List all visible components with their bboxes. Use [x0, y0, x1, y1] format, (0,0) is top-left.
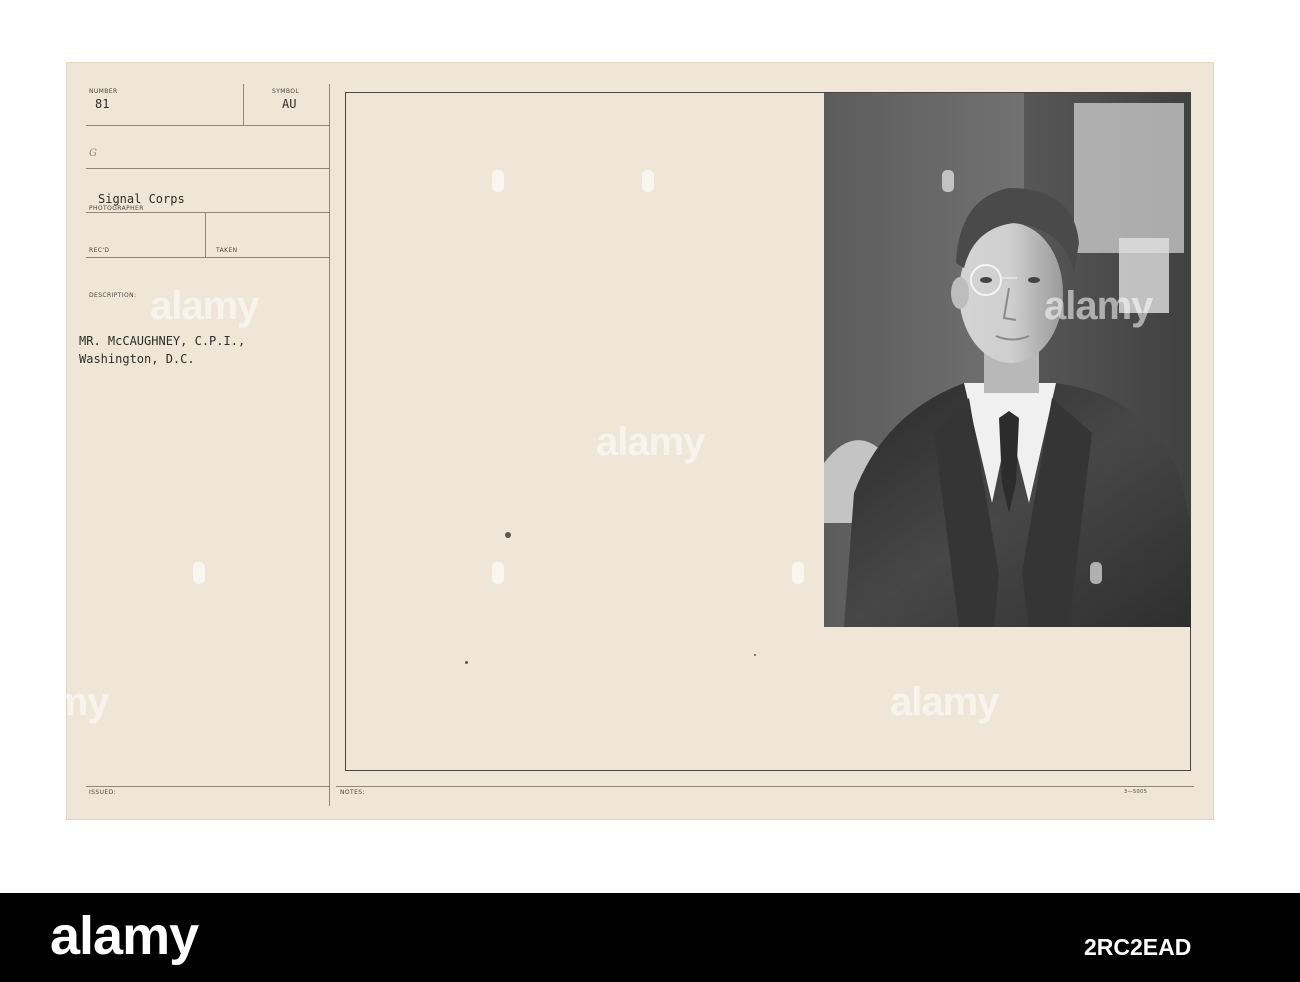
watermark-dot [642, 170, 654, 192]
rule-photographer-bottom [86, 212, 329, 213]
symbol-label: SYMBOL [272, 88, 300, 95]
watermark-dot [1090, 562, 1102, 584]
watermark-dot [492, 170, 504, 192]
rule-top-number [86, 125, 329, 126]
number-value: 81 [95, 97, 110, 111]
image-id: 2RC2EAD [1084, 934, 1192, 960]
card-speck [505, 532, 511, 538]
watermark-dot [942, 170, 954, 192]
recd-label: REC'D [89, 247, 110, 254]
description-label: DESCRIPTION: [89, 292, 137, 299]
description-line-1: MR. McCAUGHNEY, C.P.I., [79, 334, 246, 348]
handwritten-mark: G [89, 148, 97, 159]
rule-notes [336, 786, 1194, 787]
portrait-illustration [824, 93, 1191, 627]
rule-photographer-top [86, 168, 329, 169]
watermark-dot [792, 562, 804, 584]
portrait-photo [824, 93, 1191, 627]
watermark-dot [44, 822, 56, 844]
rule-recd-taken-divider [205, 212, 206, 258]
description-line-2: Washington, D.C. [79, 352, 195, 366]
rule-column-divider [329, 84, 330, 806]
watermark-dot [642, 822, 654, 844]
card-speck [465, 661, 468, 664]
photographer-value: Signal Corps [98, 192, 185, 206]
number-label: NUMBER [89, 88, 118, 95]
watermark-dot [44, 430, 56, 452]
rule-recd-bottom [86, 257, 329, 258]
watermark-dot [492, 562, 504, 584]
notes-label: NOTES: [340, 789, 365, 796]
rule-number-symbol-divider [243, 84, 244, 125]
watermark-dot [642, 40, 654, 62]
rule-issued [86, 786, 329, 787]
watermark-dot [1240, 170, 1252, 192]
symbol-value: AU [282, 97, 297, 111]
card-speck [754, 654, 756, 656]
watermark-dot [342, 822, 354, 844]
alamy-logo: alamy [50, 906, 199, 966]
watermark-dot [193, 562, 205, 584]
form-code: 3—5005 [1124, 789, 1148, 795]
watermark-dot [193, 40, 205, 62]
watermark-dot [1240, 430, 1252, 452]
photographer-label: PHOTOGRAPHER [89, 205, 144, 212]
watermark-dot [1090, 40, 1102, 62]
watermark-dot [1240, 822, 1252, 844]
issued-label: ISSUED: [89, 789, 117, 796]
watermark-dot [942, 822, 954, 844]
watermark-dot [44, 170, 56, 192]
taken-label: TAKEN [216, 247, 238, 254]
